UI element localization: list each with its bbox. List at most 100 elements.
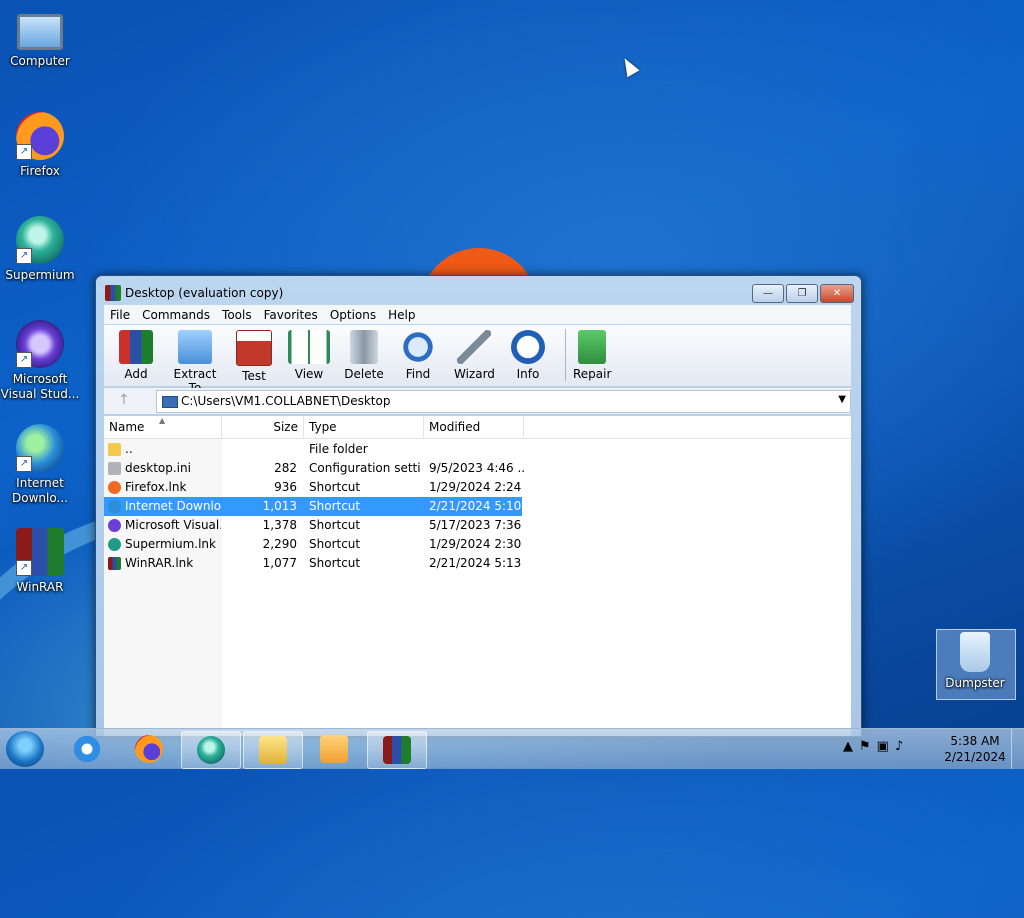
desktop-icon-dumpster[interactable]: Dumpster (935, 632, 1015, 691)
column-type-label: Type (309, 420, 337, 434)
winrar-icon (383, 736, 411, 764)
address-field[interactable]: C:\Users\VM1.COLLABNET\Desktop ▼ (156, 390, 851, 413)
wizard-button[interactable]: Wizard (454, 330, 495, 381)
sort-ascending-icon: ▲ (159, 416, 166, 425)
file-size: 2,290 (262, 537, 297, 551)
firefox-icon: ↗ (16, 112, 64, 160)
test-button[interactable]: Test (236, 330, 272, 383)
action-center-flag-icon[interactable]: ⚑ (859, 739, 877, 754)
show-desktop-button[interactable] (1011, 729, 1024, 769)
table-row[interactable]: Supermium.lnk 2,290 Shortcut 1/29/2024 2… (104, 535, 524, 554)
folder-icon (108, 443, 121, 456)
table-row[interactable]: desktop.ini 282 Configuration setti... 9… (104, 459, 524, 478)
clock-date: 2/21/2024 (944, 750, 1006, 764)
find-button[interactable]: Find (400, 330, 436, 381)
volume-muted-icon[interactable]: ♪ (895, 739, 909, 754)
menu-tools[interactable]: Tools (216, 308, 258, 322)
file-size: 282 (274, 461, 297, 475)
taskbar-firefox[interactable] (120, 731, 178, 767)
winrar-icon (105, 285, 121, 301)
file-name: desktop.ini (125, 461, 191, 475)
column-header-size[interactable]: Size (222, 416, 304, 438)
visual-studio-icon: ↗ (16, 320, 64, 368)
chevron-down-icon[interactable]: ▼ (838, 394, 846, 405)
file-type: Shortcut (309, 556, 361, 570)
table-row[interactable]: Microsoft Visual... 1,378 Shortcut 5/17/… (104, 516, 524, 535)
file-type: Shortcut (309, 537, 361, 551)
menu-options[interactable]: Options (324, 308, 382, 322)
file-type: Configuration setti... (309, 461, 421, 475)
desktop-icon-computer[interactable]: Computer (0, 10, 80, 69)
list-header: ▲ Name Size Type Modified (104, 416, 851, 439)
toolbar: Add Extract To Test View Delete Find Wiz… (104, 325, 851, 395)
shortcut-arrow-icon: ↗ (16, 352, 32, 368)
info-label: Info (516, 367, 540, 381)
file-modified: 1/29/2024 2:30 ... (429, 537, 524, 551)
address-bar: ↑ C:\Users\VM1.COLLABNET\Desktop ▼ (104, 388, 851, 414)
wand-icon (457, 330, 491, 364)
desktop-icon-idm[interactable]: ↗ Internet Downlo... (0, 424, 80, 506)
desktop-icon-label: Dumpster (945, 676, 1005, 690)
column-header-name[interactable]: ▲ Name (104, 416, 222, 438)
mouse-cursor-icon (618, 54, 640, 78)
menu-commands[interactable]: Commands (136, 308, 216, 322)
file-type: Shortcut (309, 480, 361, 494)
maximize-button[interactable]: ❐ (786, 284, 818, 303)
repair-button[interactable]: Repair (573, 330, 611, 381)
test-label: Test (242, 369, 266, 383)
wizard-label: Wizard (454, 367, 495, 381)
column-header-type[interactable]: Type (304, 416, 424, 438)
network-icon[interactable]: ▣ (877, 739, 895, 754)
desktop-icon-supermium[interactable]: ↗ Supermium (0, 216, 80, 283)
idm-icon (108, 500, 121, 513)
menu-favorites[interactable]: Favorites (258, 308, 324, 322)
file-name: Internet Downlo... (125, 499, 221, 513)
file-type: File folder (309, 442, 368, 456)
file-size: 1,077 (262, 556, 297, 570)
taskbar-winrar[interactable] (367, 731, 427, 769)
up-one-level-icon[interactable]: ↑ (118, 392, 130, 408)
file-modified: 2/21/2024 5:13 ... (429, 556, 524, 570)
taskbar-file-explorer[interactable] (243, 731, 303, 769)
clock[interactable]: 5:38 AM 2/21/2024 (940, 733, 1010, 765)
column-header-modified[interactable]: Modified (424, 416, 524, 438)
table-row[interactable]: WinRAR.lnk 1,077 Shortcut 2/21/2024 5:13… (104, 554, 524, 573)
clock-time: 5:38 AM (950, 734, 1000, 748)
info-button[interactable]: Info (510, 330, 546, 381)
taskbar-supermium[interactable] (181, 731, 241, 769)
toolbar-separator (565, 329, 566, 381)
add-button[interactable]: Add (118, 330, 154, 381)
desktop-icon-visual-studio[interactable]: ↗ Microsoft Visual Stud... (0, 320, 80, 402)
table-row-selected[interactable]: Internet Downlo... 1,013 Shortcut 2/21/2… (104, 497, 524, 516)
extract-to-button[interactable]: Extract To (168, 330, 222, 395)
close-button[interactable]: ✕ (820, 284, 854, 303)
taskbar-internet-explorer[interactable] (58, 731, 116, 767)
desktop-icon-label: Microsoft Visual Stud... (0, 372, 80, 401)
minimize-button[interactable]: — (752, 284, 784, 303)
start-button[interactable] (6, 731, 44, 767)
delete-button[interactable]: Delete (344, 330, 384, 381)
desktop-icon-label: Computer (10, 54, 70, 68)
desktop-icon-firefox[interactable]: ↗ Firefox (0, 112, 80, 179)
view-button[interactable]: View (287, 330, 331, 381)
desktop-icon-label: WinRAR (16, 580, 64, 594)
show-hidden-icons-icon[interactable]: ▲ (843, 739, 859, 754)
idm-icon: ↗ (16, 424, 64, 472)
taskbar-media-player[interactable] (305, 731, 363, 767)
table-row[interactable]: Firefox.lnk 936 Shortcut 1/29/2024 2:24 … (104, 478, 524, 497)
menu-help[interactable]: Help (382, 308, 421, 322)
desktop-icon-winrar[interactable]: ↗ WinRAR (0, 528, 80, 595)
menu-file[interactable]: File (104, 308, 136, 322)
file-modified: 9/5/2023 4:46 ... (429, 461, 524, 475)
file-size: 936 (274, 480, 297, 494)
shortcut-arrow-icon: ↗ (16, 456, 32, 472)
title-bar[interactable]: Desktop (evaluation copy) — ❐ ✕ (96, 276, 861, 308)
add-archive-icon (119, 330, 153, 364)
view-book-icon (288, 330, 330, 364)
table-row[interactable]: .. File folder (104, 440, 522, 459)
file-name: .. (125, 442, 133, 456)
firefox-icon (108, 481, 121, 494)
winrar-icon: ↗ (16, 528, 64, 576)
delete-label: Delete (344, 367, 384, 381)
file-size: 1,378 (262, 518, 297, 532)
